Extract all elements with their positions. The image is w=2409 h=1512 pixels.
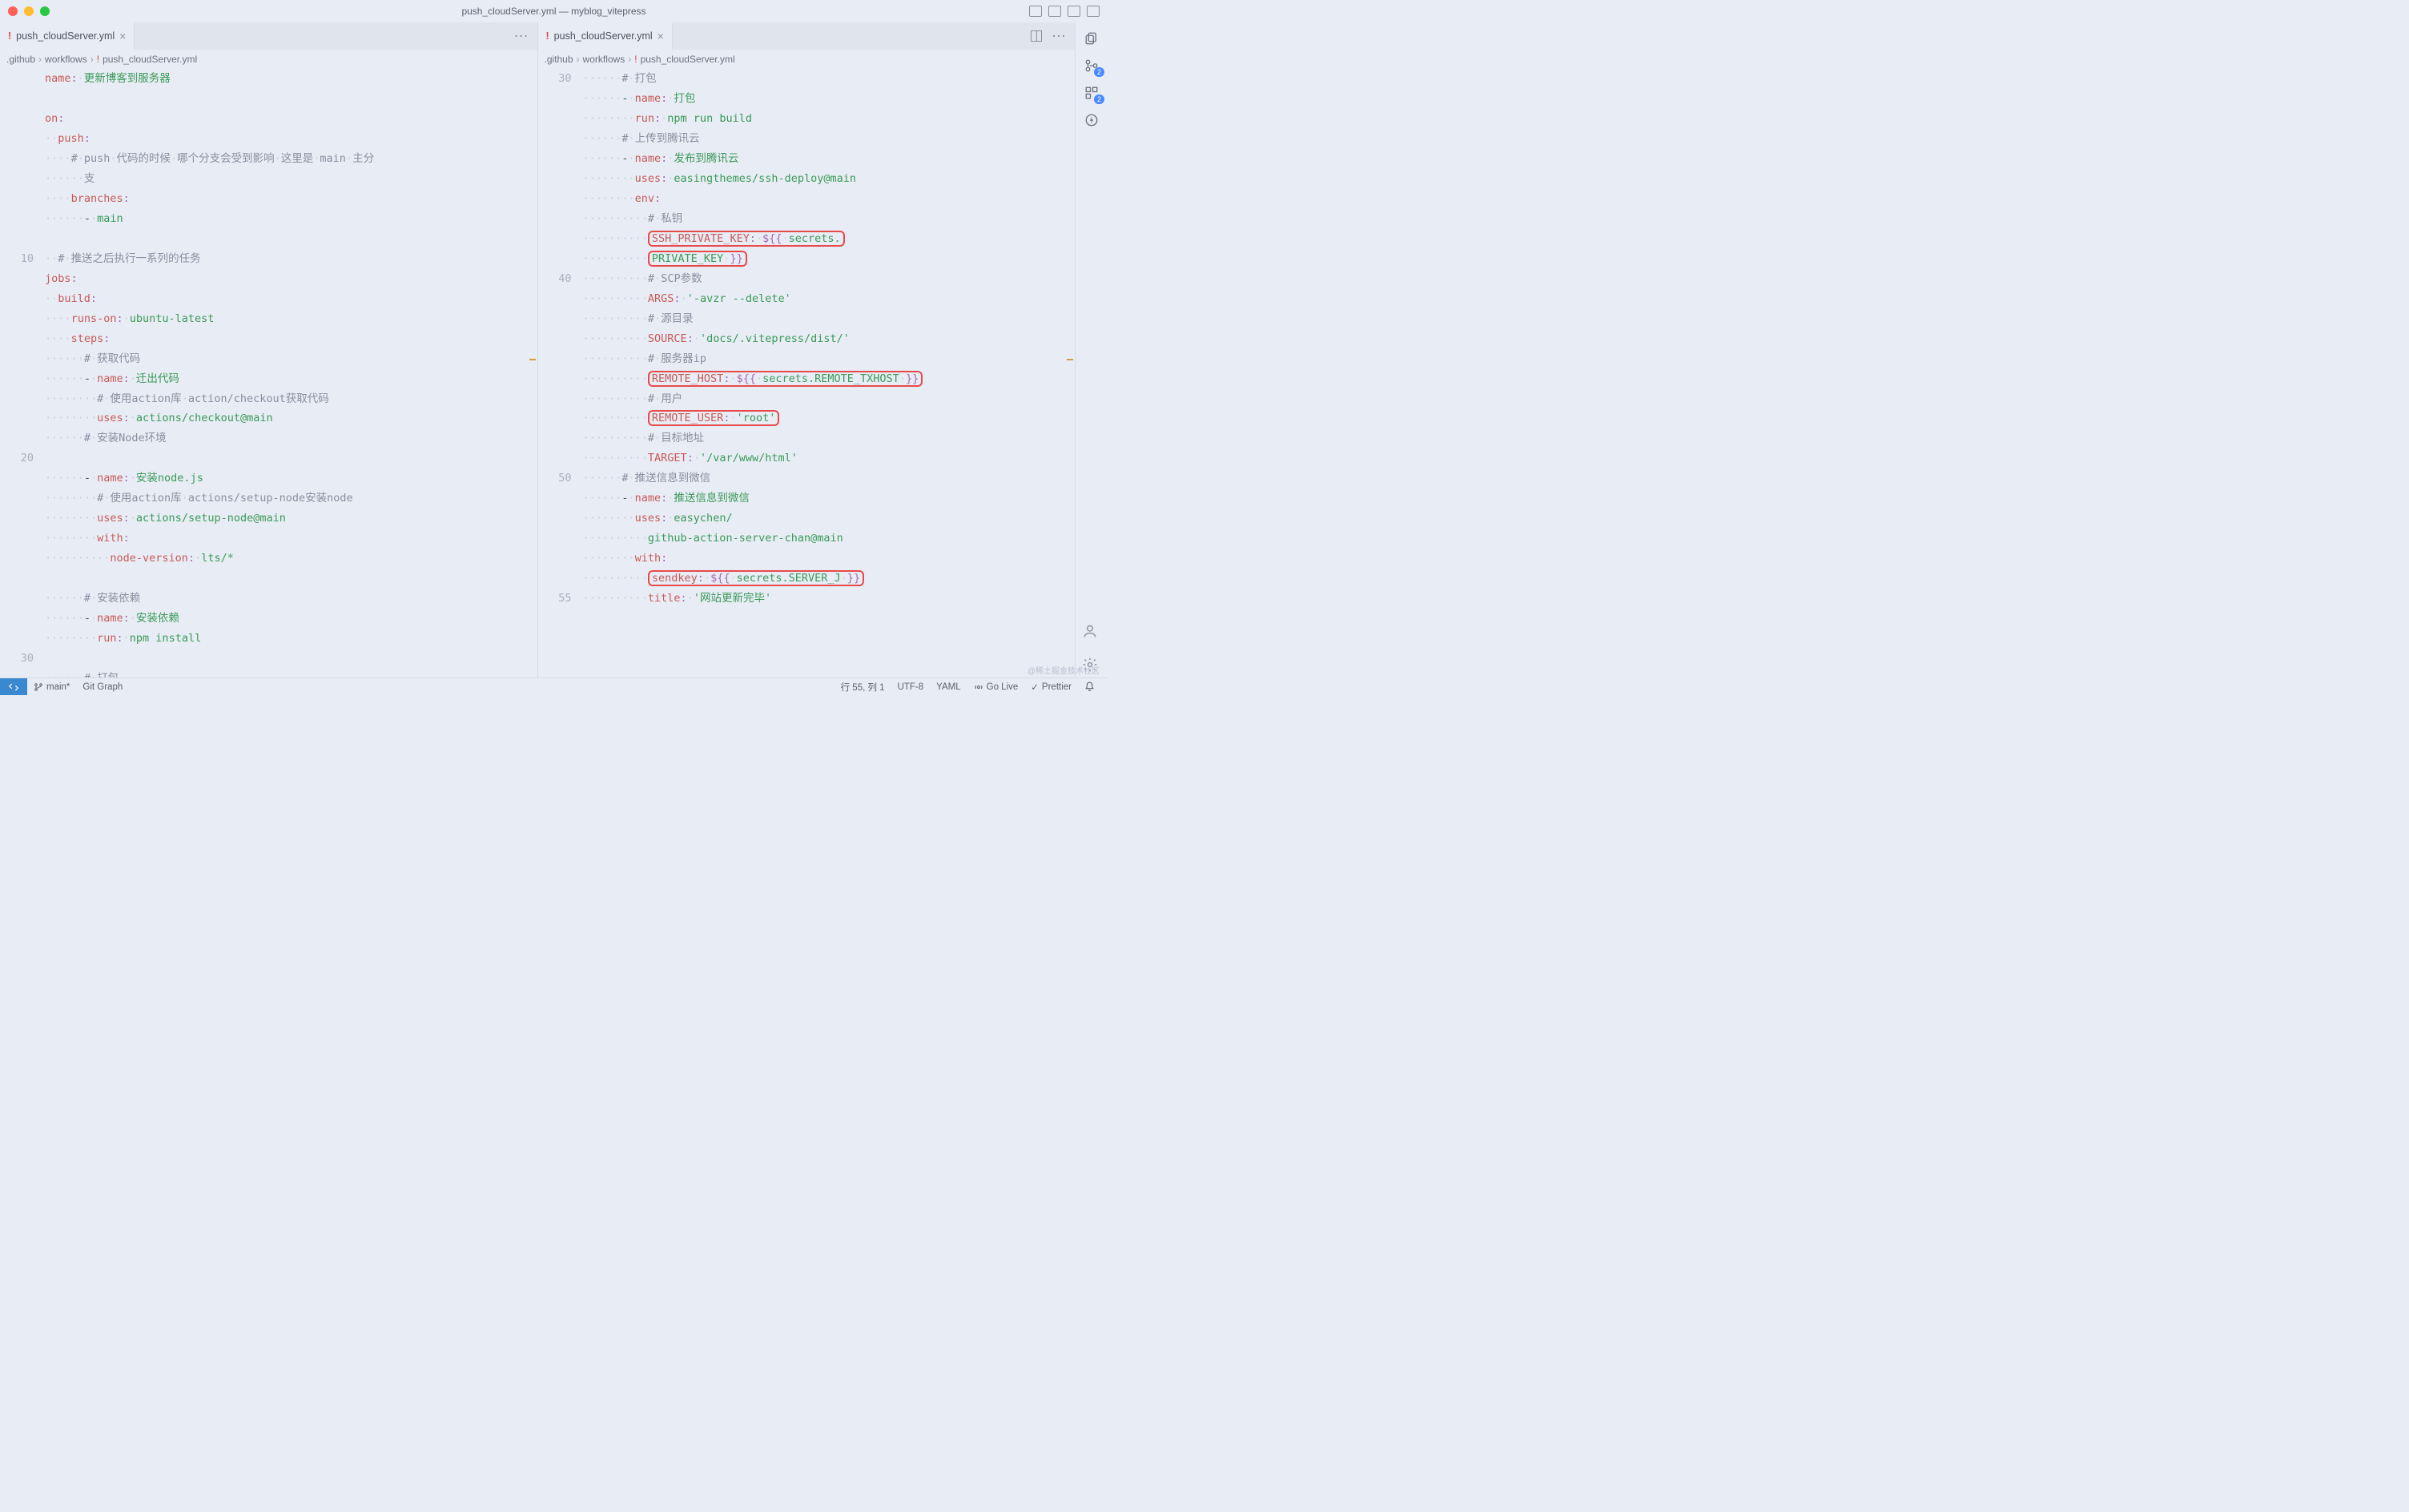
panel-toggle-icon[interactable] xyxy=(1029,6,1042,17)
panel-toggle-icon[interactable] xyxy=(1068,6,1080,17)
close-icon[interactable]: × xyxy=(658,30,664,42)
titlebar-layout-controls xyxy=(1029,6,1100,17)
breadcrumb-item[interactable]: .github xyxy=(545,54,573,65)
minimap-decoration xyxy=(1067,359,1073,360)
chevron-right-icon: › xyxy=(628,54,631,65)
chevron-right-icon: › xyxy=(90,54,94,65)
window-controls xyxy=(8,6,50,16)
activity-bar: 2 2 xyxy=(1076,22,1108,678)
breadcrumb-item[interactable]: push_cloudServer.yml xyxy=(641,54,735,65)
maximize-window-icon[interactable] xyxy=(40,6,50,16)
more-actions-icon[interactable]: ⋯ xyxy=(1052,28,1067,45)
close-window-icon[interactable] xyxy=(8,6,18,16)
yaml-file-icon: ! xyxy=(8,30,11,42)
encoding-status[interactable]: UTF-8 xyxy=(891,682,931,692)
window-title: push_cloudServer.yml — myblog_vitepress xyxy=(461,6,645,17)
breadcrumb-item[interactable]: workflows xyxy=(45,54,87,65)
split-editor-icon[interactable] xyxy=(1031,30,1042,42)
source-control-icon[interactable]: 2 xyxy=(1082,58,1101,74)
titlebar: push_cloudServer.yml — myblog_vitepress xyxy=(0,0,1108,22)
breadcrumb[interactable]: .github › workflows › ! push_cloudServer… xyxy=(538,50,1076,69)
breadcrumb-item[interactable]: .github xyxy=(6,54,35,65)
tab-row: ! push_cloudServer.yml × ⋯ xyxy=(538,22,1076,50)
git-graph-status[interactable]: Git Graph xyxy=(76,682,129,692)
watermark: @稀土掘金技术社区 xyxy=(1028,664,1100,676)
editor-tab[interactable]: ! push_cloudServer.yml × xyxy=(538,22,673,50)
editor-group-right: ! push_cloudServer.yml × ⋯ .github › wor… xyxy=(538,22,1076,678)
yaml-file-icon: ! xyxy=(97,54,99,65)
layout-icon[interactable] xyxy=(1087,6,1100,17)
git-branch-status[interactable]: main* xyxy=(27,682,76,692)
remote-indicator[interactable] xyxy=(0,678,27,695)
yaml-file-icon: ! xyxy=(634,54,637,65)
badge: 2 xyxy=(1094,67,1104,77)
tab-filename: push_cloudServer.yml xyxy=(554,30,653,42)
account-icon[interactable] xyxy=(1082,623,1098,639)
extensions-icon[interactable]: 2 xyxy=(1082,85,1101,101)
editor-group-left: ! push_cloudServer.yml × ⋯ .github › wor… xyxy=(0,22,538,678)
chevron-right-icon: › xyxy=(38,54,42,65)
editor-tab[interactable]: ! push_cloudServer.yml × xyxy=(0,22,135,50)
prettier-status[interactable]: ✓Prettier xyxy=(1024,682,1078,693)
breadcrumb-item[interactable]: workflows xyxy=(583,54,625,65)
bolt-icon[interactable] xyxy=(1082,112,1101,128)
badge: 2 xyxy=(1094,94,1104,104)
chevron-right-icon: › xyxy=(577,54,580,65)
tab-filename: push_cloudServer.yml xyxy=(16,30,115,42)
breadcrumb[interactable]: .github › workflows › ! push_cloudServer… xyxy=(0,50,537,69)
code-editor-left[interactable]: 10 20 30 name:·更新博客到服务器 on:··push:····#·… xyxy=(0,69,537,678)
notifications-icon[interactable] xyxy=(1078,682,1101,692)
breadcrumb-item[interactable]: push_cloudServer.yml xyxy=(103,54,197,65)
close-icon[interactable]: × xyxy=(119,30,126,42)
statusbar: main* Git Graph 行 55, 列 1 UTF-8 YAML Go … xyxy=(0,678,1108,695)
language-mode[interactable]: YAML xyxy=(930,682,967,692)
yaml-file-icon: ! xyxy=(546,30,549,42)
more-actions-icon[interactable]: ⋯ xyxy=(514,28,529,45)
minimize-window-icon[interactable] xyxy=(24,6,34,16)
code-editor-right[interactable]: 30 40 50 55 ······#·打包······-·name:·打包··… xyxy=(538,69,1076,678)
cursor-position[interactable]: 行 55, 列 1 xyxy=(835,681,891,694)
tab-row: ! push_cloudServer.yml × ⋯ xyxy=(0,22,537,50)
panel-toggle-icon[interactable] xyxy=(1048,6,1061,17)
go-live-status[interactable]: Go Live xyxy=(967,682,1025,692)
minimap-decoration xyxy=(529,359,536,360)
copy-icon[interactable] xyxy=(1082,30,1101,46)
